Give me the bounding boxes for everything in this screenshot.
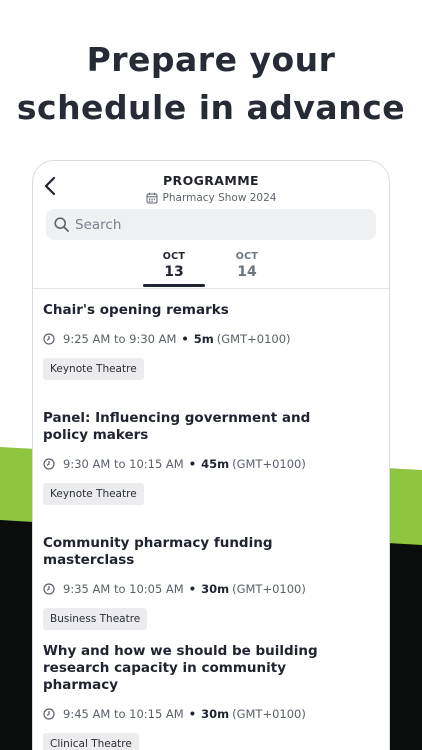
session-item[interactable]: Panel: Influencing government and policy… (43, 410, 363, 505)
clock-icon (43, 458, 55, 470)
venue-tag[interactable]: Keynote Theatre (43, 358, 144, 380)
event-name: Pharmacy Show 2024 (162, 192, 277, 204)
end-time: 10:05 AM (129, 582, 184, 596)
session-title-line: policy makers (43, 427, 149, 443)
start-time: 9:25 AM (63, 332, 111, 346)
session-time: 9:45 AM to 10:15 AM • 30m (GMT+0100) (43, 707, 363, 721)
duration: 30m (201, 707, 230, 721)
time-separator: to (113, 582, 126, 596)
venue-tag[interactable]: Keynote Theatre (43, 483, 144, 505)
session-title-line: Why and how we should be building (43, 643, 318, 659)
clock-icon (43, 708, 55, 720)
search-input[interactable] (75, 216, 355, 233)
venue-tag[interactable]: Clinical Theatre (43, 733, 139, 750)
end-time: 10:15 AM (129, 457, 184, 471)
session-item[interactable]: Why and how we should be building resear… (43, 643, 363, 750)
timezone: (GMT+0100) (232, 457, 306, 471)
tab-oct-13[interactable]: OCT 13 (143, 251, 205, 287)
session-time: 9:35 AM to 10:05 AM • 30m (GMT+0100) (43, 582, 363, 596)
time-separator: to (113, 457, 126, 471)
start-time: 9:35 AM (63, 582, 111, 596)
end-time: 9:30 AM (129, 332, 177, 346)
start-time: 9:45 AM (63, 707, 111, 721)
duration: 30m (201, 582, 230, 596)
time-separator: to (113, 707, 126, 721)
session-title: Chair's opening remarks (43, 302, 363, 319)
tab-month: OCT (235, 251, 259, 262)
session-title-line: Chair's opening remarks (43, 302, 229, 318)
time-separator: to (113, 332, 126, 346)
end-time: 10:15 AM (129, 707, 184, 721)
session-title: Panel: Influencing government and policy… (43, 410, 363, 444)
session-title: Why and how we should be building resear… (43, 643, 363, 694)
session-title-line: Community pharmacy funding masterclass (43, 535, 273, 568)
duration: 45m (201, 457, 230, 471)
timezone: (GMT+0100) (216, 332, 291, 346)
top-bar: PROGRAMME Pharmacy Show 2024 (33, 161, 389, 207)
date-tabs: OCT 13 OCT 14 (33, 251, 389, 289)
phone-screen: PROGRAMME Pharmacy Show 2024 Search OCT … (32, 160, 390, 750)
venue-tag[interactable]: Business Theatre (43, 608, 148, 630)
clock-icon (43, 333, 55, 345)
tab-month: OCT (162, 251, 186, 262)
page-title: PROGRAMME (163, 173, 259, 188)
session-item[interactable]: Chair's opening remarks 9:25 AM to 9:30 … (43, 302, 363, 380)
session-title-line: research capacity in community pharmacy (43, 660, 287, 693)
session-title: Community pharmacy funding masterclass (43, 535, 363, 569)
clock-icon (43, 583, 55, 595)
search-icon (54, 217, 69, 232)
event-subtitle: Pharmacy Show 2024 (33, 192, 389, 204)
headline-line-2: schedule in advance (16, 88, 406, 127)
session-time: 9:25 AM to 9:30 AM • 5m (GMT+0100) (43, 332, 363, 346)
tab-day: 13 (164, 264, 184, 280)
headline-line-1: Prepare your (86, 40, 336, 79)
duration: 5m (193, 332, 214, 346)
timezone: (GMT+0100) (232, 707, 306, 721)
active-tab-indicator (143, 284, 205, 287)
session-title-line: Panel: Influencing government and (43, 410, 311, 426)
start-time: 9:30 AM (63, 457, 111, 471)
timezone: (GMT+0100) (232, 582, 306, 596)
session-time: 9:30 AM to 10:15 AM • 45m (GMT+0100) (43, 457, 363, 471)
session-item[interactable]: Community pharmacy funding masterclass 9… (43, 535, 363, 630)
tab-oct-14[interactable]: OCT 14 (216, 251, 278, 280)
tab-day: 14 (237, 264, 257, 280)
promo-headline: Prepare your schedule in advance (0, 36, 422, 132)
calendar-icon (146, 192, 158, 204)
search-bar[interactable] (46, 209, 376, 240)
